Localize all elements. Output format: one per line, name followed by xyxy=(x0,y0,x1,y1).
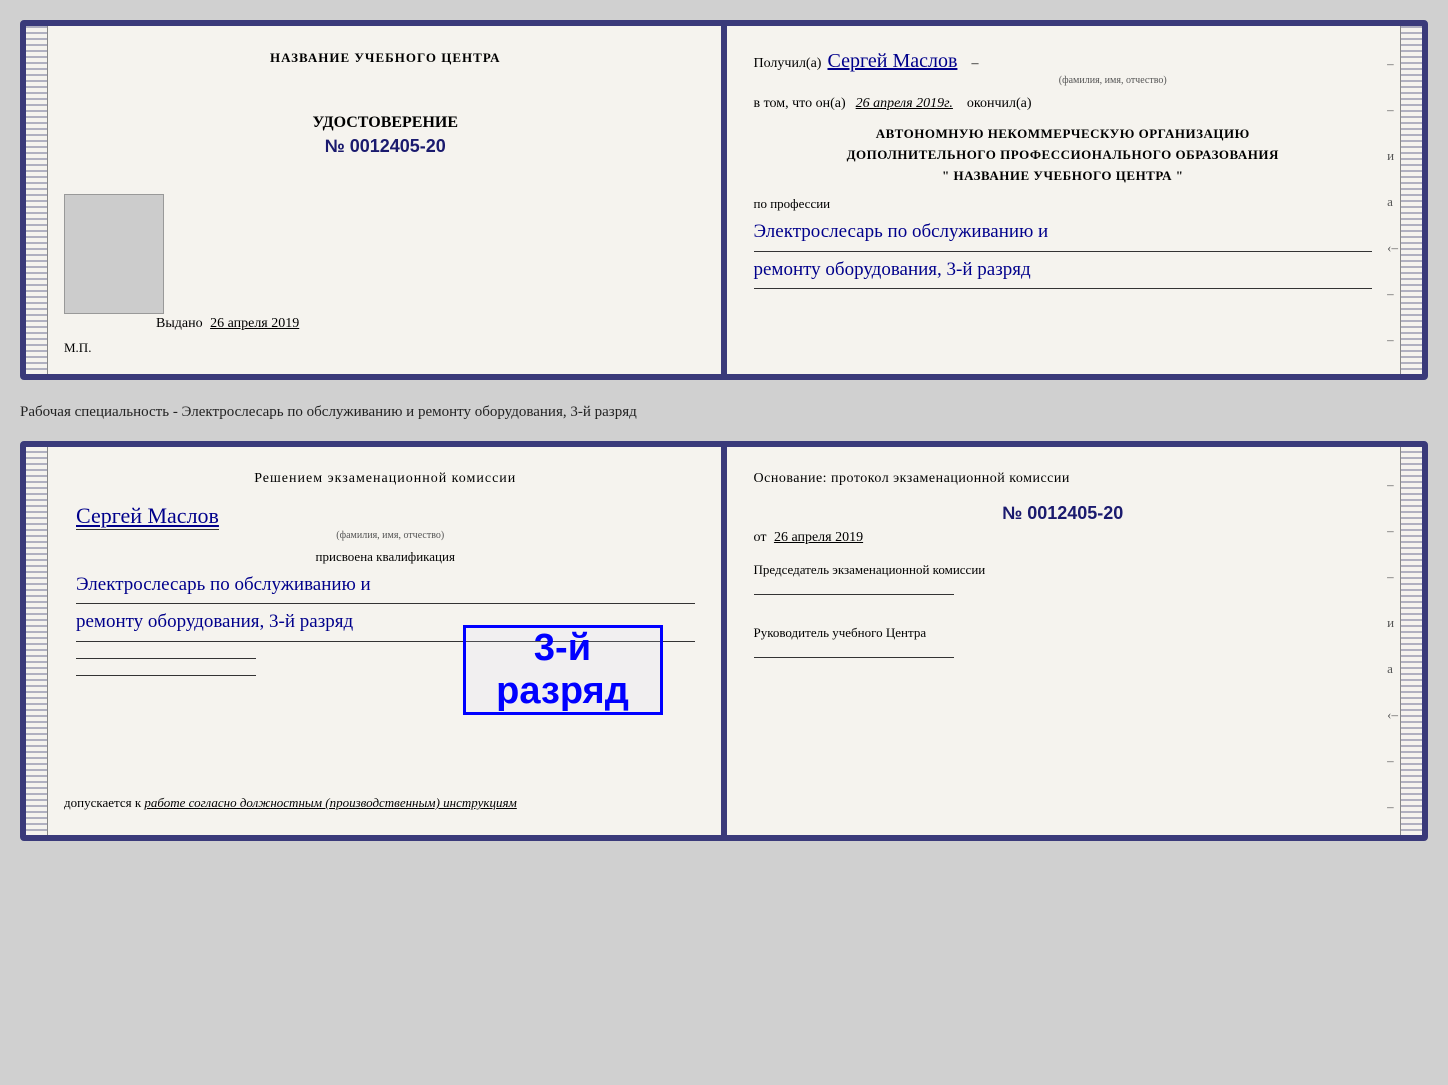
chair-sign-line xyxy=(754,594,954,595)
profession-line2-container: ремонту оборудования, 3-й разряд xyxy=(754,254,1373,289)
top-certificate-book: НАЗВАНИЕ УЧЕБНОГО ЦЕНТРА УДОСТОВЕРЕНИЕ №… xyxy=(20,20,1428,380)
org-line2: ДОПОЛНИТЕЛЬНОГО ПРОФЕССИОНАЛЬНОГО ОБРАЗО… xyxy=(754,145,1373,166)
vtom-label: в том, что он(а) xyxy=(754,96,846,112)
bottom-right-page: Основание: протокол экзаменационной коми… xyxy=(726,447,1423,835)
dopuskaetsya-value: работе согласно должностным (производств… xyxy=(144,795,516,810)
recipient-name-bottom: Сергей Маслов xyxy=(76,503,219,528)
bottom-right-spine xyxy=(1400,447,1422,835)
decision-title: Решением экзаменационной комиссии xyxy=(76,471,695,487)
ruk-label: Руководитель учебного Центра xyxy=(754,625,1373,658)
learning-center-title: НАЗВАНИЕ УЧЕБНОГО ЦЕНТРА xyxy=(270,50,501,66)
chair-label: Председатель экзаменационной комиссии xyxy=(754,562,1373,595)
vtom-line: в том, что он(а) 26 апреля 2019г. окончи… xyxy=(754,96,1373,112)
org-quote: " НАЗВАНИЕ УЧЕБНОГО ЦЕНТРА " xyxy=(754,166,1373,187)
bottom-right-dashes: – – – и а ‹– – – – xyxy=(1387,477,1398,841)
qualification-line1: Электрослесарь по обслуживанию и xyxy=(76,574,371,595)
stamp-text: 3-й разряд xyxy=(466,627,660,713)
top-left-page: НАЗВАНИЕ УЧЕБНОГО ЦЕНТРА УДОСТОВЕРЕНИЕ №… xyxy=(26,26,726,374)
prisvoena-label: присвоена квалификация xyxy=(76,549,695,565)
dopuskaetsya-block: допускается к работе согласно должностны… xyxy=(64,795,703,811)
received-label: Получил(а) xyxy=(754,56,822,72)
profession-line2: ремонту оборудования, 3-й разряд xyxy=(754,259,1031,280)
sign-line-2 xyxy=(76,675,256,676)
bottom-certificate-book: Решением экзаменационной комиссии Сергей… xyxy=(20,441,1428,841)
ot-date: 26 апреля 2019 xyxy=(774,530,863,545)
issued-line: Выдано 26 апреля 2019 xyxy=(156,316,703,332)
name-line-bottom: Сергей Маслов (фамилия, имя, отчество) xyxy=(76,503,695,541)
top-right-page: Получил(а) Сергей Маслов – (фамилия, имя… xyxy=(726,26,1423,374)
mp-label: М.П. xyxy=(64,340,91,356)
qualification-line2: ремонту оборудования, 3-й разряд xyxy=(76,611,353,632)
po-professii-label: по профессии xyxy=(754,196,1373,212)
top-left-inner: НАЗВАНИЕ УЧЕБНОГО ЦЕНТРА УДОСТОВЕРЕНИЕ №… xyxy=(76,50,695,350)
ot-line: от 26 апреля 2019 xyxy=(754,530,1373,546)
dopuskaetsya-label: допускается к xyxy=(64,795,141,810)
profession-line1: Электрослесарь по обслуживанию и xyxy=(754,221,1049,242)
page-wrapper: НАЗВАНИЕ УЧЕБНОГО ЦЕНТРА УДОСТОВЕРЕНИЕ №… xyxy=(20,20,1428,841)
bottom-right-inner: Основание: протокол экзаменационной коми… xyxy=(754,471,1373,658)
osnovanie-title: Основание: протокол экзаменационной коми… xyxy=(754,471,1373,487)
document-type: УДОСТОВЕРЕНИЕ xyxy=(312,114,458,132)
received-line: Получил(а) Сергей Маслов – xyxy=(754,50,1373,73)
top-right-inner: Получил(а) Сергей Маслов – (фамилия, имя… xyxy=(754,50,1373,350)
issued-label: Выдано xyxy=(156,316,203,331)
bottom-number: № 0012405-20 xyxy=(754,503,1373,524)
bottom-left-inner: Решением экзаменационной комиссии Сергей… xyxy=(76,471,695,676)
org-block: АВТОНОМНУЮ НЕКОММЕРЧЕСКУЮ ОРГАНИЗАЦИЮ ДО… xyxy=(754,124,1373,186)
recipient-subtitle-bottom: (фамилия, имя, отчество) xyxy=(86,530,695,541)
org-line1: АВТОНОМНУЮ НЕКОММЕРЧЕСКУЮ ОРГАНИЗАЦИЮ xyxy=(754,124,1373,145)
ruk-sign-line xyxy=(754,657,954,658)
between-text: Рабочая специальность - Электрослесарь п… xyxy=(20,398,1428,423)
right-spine-decoration xyxy=(1400,26,1422,374)
vtom-date: 26 апреля 2019г. xyxy=(856,96,953,112)
ot-label: от xyxy=(754,530,767,545)
recipient-name-top: Сергей Маслов xyxy=(827,50,957,73)
bottom-left-page: Решением экзаменационной комиссии Сергей… xyxy=(26,447,726,835)
dash-top: – xyxy=(971,56,978,72)
sign-line-1 xyxy=(76,658,256,659)
document-number: № 0012405-20 xyxy=(325,136,446,157)
okonchill-label: окончил(а) xyxy=(967,96,1032,112)
qualification-line1-container: Электрослесарь по обслуживанию и xyxy=(76,569,695,604)
stamp: 3-й разряд xyxy=(463,625,663,715)
recipient-subtitle-top: (фамилия, имя, отчество) xyxy=(854,75,1373,86)
photo-placeholder xyxy=(64,194,164,314)
right-dashes: – – и а ‹– – – – xyxy=(1387,56,1398,380)
issued-date: 26 апреля 2019 xyxy=(210,316,299,331)
profession-line1-container: Электрослесарь по обслуживанию и xyxy=(754,216,1373,251)
